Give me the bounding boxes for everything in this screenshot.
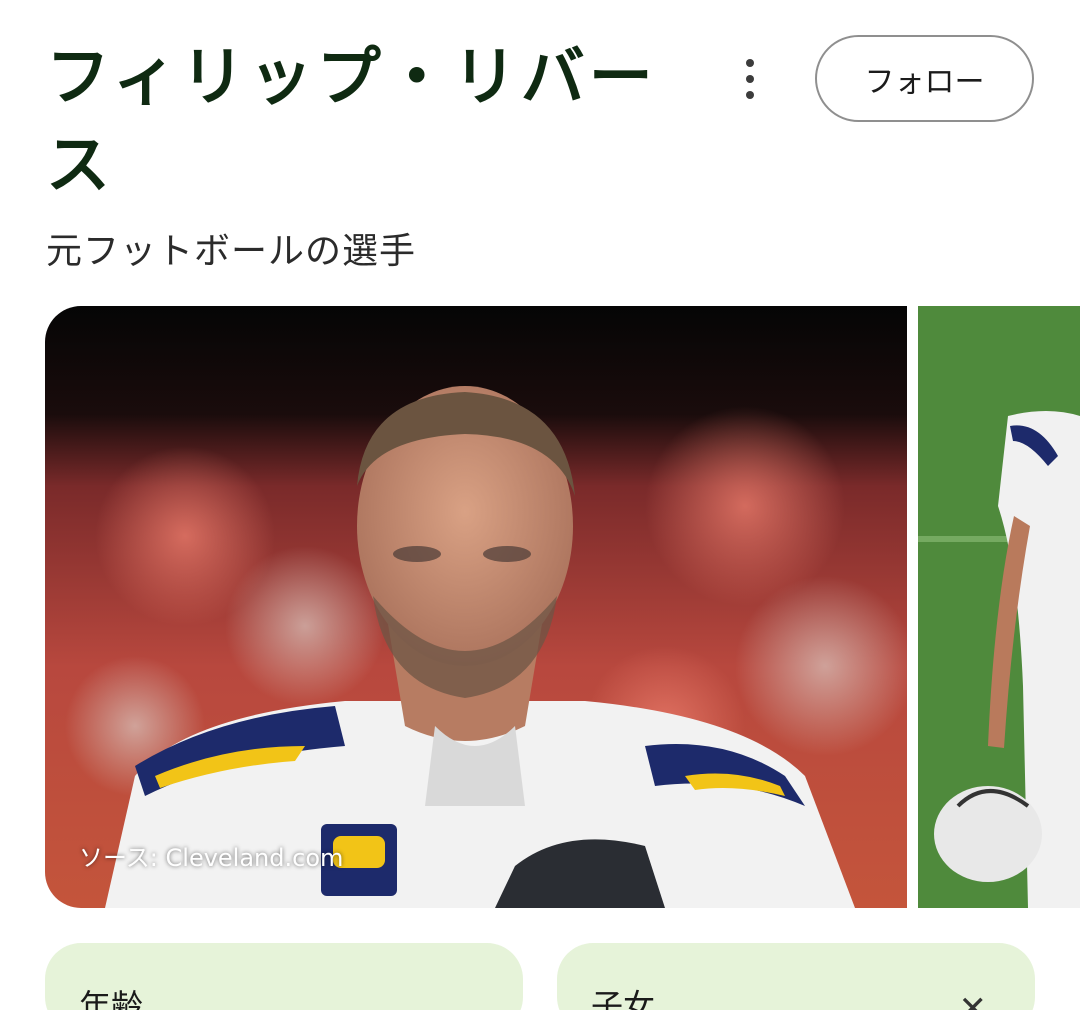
secondary-photo[interactable]	[918, 306, 1080, 908]
more-vert-icon-dot	[746, 75, 754, 83]
fact-card-age[interactable]: 年齢	[45, 943, 523, 1010]
image-source-label[interactable]: ソース: Cleveland.com	[79, 838, 343, 873]
fact-card-label: 年齢	[79, 987, 144, 1010]
fact-card-children[interactable]: 子女 ✕	[557, 943, 1035, 1010]
entity-subtitle: 元フットボールの選手	[46, 231, 417, 272]
more-vert-icon-dot	[746, 91, 754, 99]
more-vert-icon	[746, 59, 754, 67]
entity-title: フィリップ・リバース	[46, 41, 657, 203]
follow-button[interactable]: フォロー	[815, 35, 1034, 122]
main-photo[interactable]: ソース: Cleveland.com	[45, 306, 907, 908]
player-photo-image	[45, 306, 907, 908]
secondary-photo-image	[918, 306, 1080, 908]
close-icon[interactable]: ✕	[959, 989, 988, 1010]
more-options-button[interactable]	[728, 52, 772, 106]
image-carousel[interactable]: ソース: Cleveland.com	[45, 306, 1080, 908]
fact-card-label: 子女	[591, 987, 656, 1010]
